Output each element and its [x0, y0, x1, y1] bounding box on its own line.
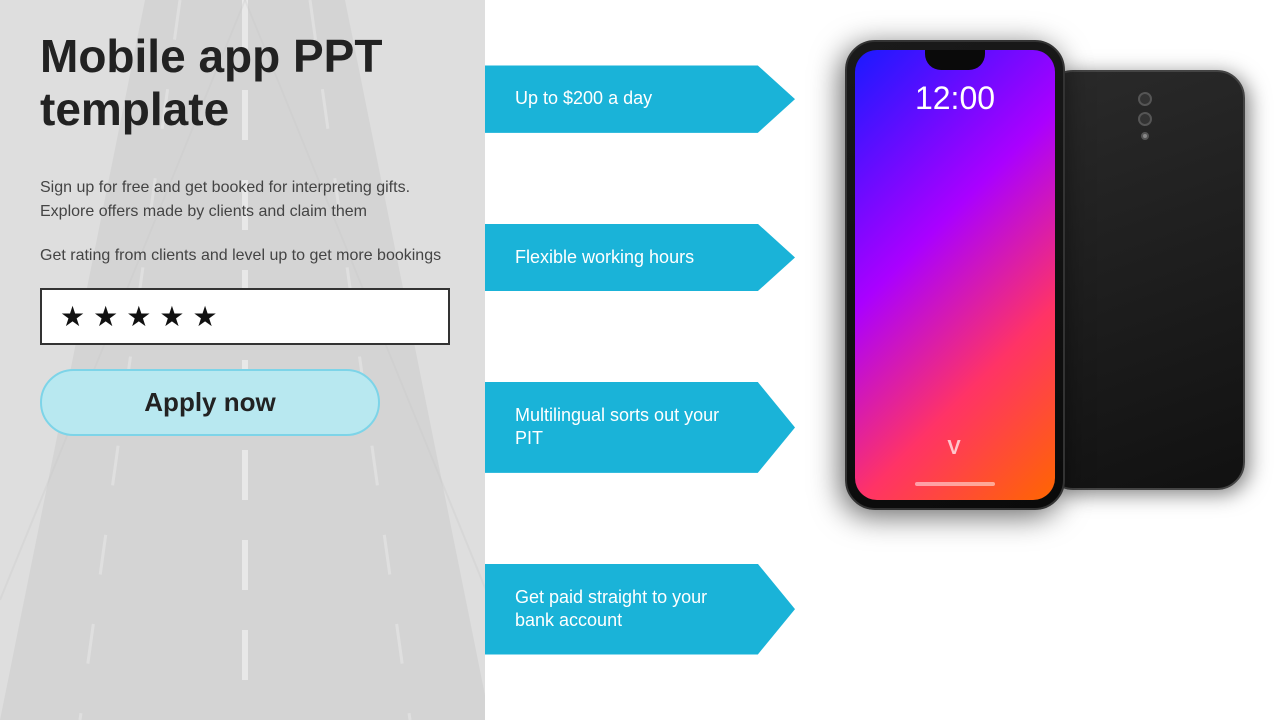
badge-label-4: Get paid straight to your bank account: [515, 587, 707, 630]
badge-label-3: Multilingual sorts out your PIT: [515, 405, 719, 448]
left-panel: Mobile app PPT template Sign up for free…: [0, 0, 490, 720]
phone-home-bar: [915, 482, 995, 486]
camera-flash: [1141, 132, 1149, 140]
camera-lens-1: [1138, 92, 1152, 106]
star-2: ★: [93, 300, 118, 333]
apply-now-button[interactable]: Apply now: [40, 369, 380, 436]
phone-brand: V: [947, 437, 962, 460]
star-4: ★: [159, 300, 184, 333]
badge-label-2: Flexible working hours: [515, 247, 694, 267]
star-3: ★: [126, 300, 151, 333]
description-1: Sign up for free and get booked for inte…: [40, 176, 450, 224]
phone-group: 12:00 V: [845, 40, 1245, 680]
page-title: Mobile app PPT template: [40, 30, 450, 136]
badge-item-4: Get paid straight to your bank account: [485, 564, 795, 655]
badge-item-1: Up to $200 a day: [485, 65, 795, 132]
phone-back: [1045, 70, 1245, 490]
phone-time: 12:00: [915, 80, 995, 117]
left-content: Mobile app PPT template Sign up for free…: [0, 0, 490, 720]
description-2: Get rating from clients and level up to …: [40, 244, 450, 268]
badge-item-3: Multilingual sorts out your PIT: [485, 382, 795, 473]
phone-front: 12:00 V: [845, 40, 1065, 510]
badge-item-2: Flexible working hours: [485, 224, 795, 291]
star-5: ★: [192, 300, 217, 333]
right-panel: 12:00 V: [810, 0, 1280, 720]
star-rating: ★ ★ ★ ★ ★: [40, 288, 450, 345]
camera-lens-2: [1138, 112, 1152, 126]
badge-label-1: Up to $200 a day: [515, 88, 652, 108]
middle-panel: Up to $200 a day Flexible working hours …: [485, 0, 825, 720]
phone-camera: [1138, 92, 1152, 140]
phone-notch: [925, 50, 985, 70]
star-1: ★: [60, 300, 85, 333]
phone-screen: 12:00 V: [855, 50, 1055, 500]
